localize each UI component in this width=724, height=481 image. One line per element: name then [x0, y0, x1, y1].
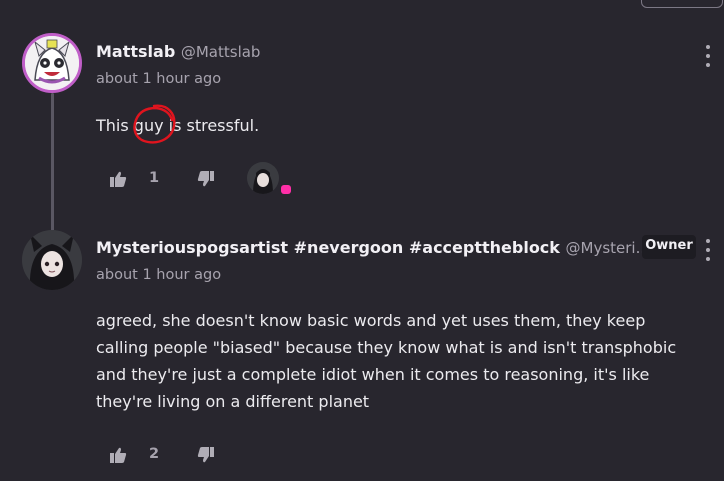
comment-line: calling people "biased" because they kno…: [96, 338, 677, 357]
thumbs-down-icon[interactable]: [197, 170, 215, 188]
thumbs-up-icon[interactable]: [109, 170, 127, 188]
thumbs-up-icon[interactable]: [109, 446, 127, 464]
comment-time[interactable]: about 1 hour ago: [96, 267, 221, 283]
more-options-icon[interactable]: [705, 45, 711, 67]
author-handle[interactable]: @Mattslab: [181, 43, 261, 61]
comment-author[interactable]: Mattslab @Mattslab: [96, 42, 260, 61]
comment-line: and they're just a complete idiot when i…: [96, 365, 650, 384]
thumbs-down-icon[interactable]: [197, 446, 215, 464]
top-right-button[interactable]: [641, 0, 723, 8]
comment-time[interactable]: about 1 hour ago: [96, 71, 221, 87]
comment-line: they're living on a different planet: [96, 392, 370, 411]
comment-text: agreed, she doesn't know basic words and…: [96, 307, 676, 415]
reply-avatar[interactable]: [247, 162, 279, 194]
author-name[interactable]: Mattslab: [96, 42, 175, 61]
comment-author[interactable]: Mysteriouspogsartist #nevergoon #acceptt…: [96, 238, 650, 257]
red-circle-annotation: [133, 104, 176, 144]
reply-avatar-art: [247, 162, 279, 194]
upvote-count: 1: [149, 170, 160, 186]
author-name[interactable]: Mysteriouspogsartist #nevergoon #acceptt…: [96, 238, 560, 257]
avatar-art: [25, 36, 79, 90]
avatar[interactable]: [22, 230, 82, 290]
more-options-icon[interactable]: [705, 239, 711, 261]
avatar-art: [22, 230, 82, 290]
thread-line: [51, 93, 54, 233]
owner-badge: Owner: [642, 235, 696, 259]
author-handle[interactable]: @Mysteri...: [566, 239, 650, 257]
avatar[interactable]: [22, 33, 82, 93]
notification-badge: [281, 185, 291, 194]
upvote-count: 2: [149, 446, 160, 462]
comment-line: agreed, she doesn't know basic words and…: [96, 311, 646, 330]
